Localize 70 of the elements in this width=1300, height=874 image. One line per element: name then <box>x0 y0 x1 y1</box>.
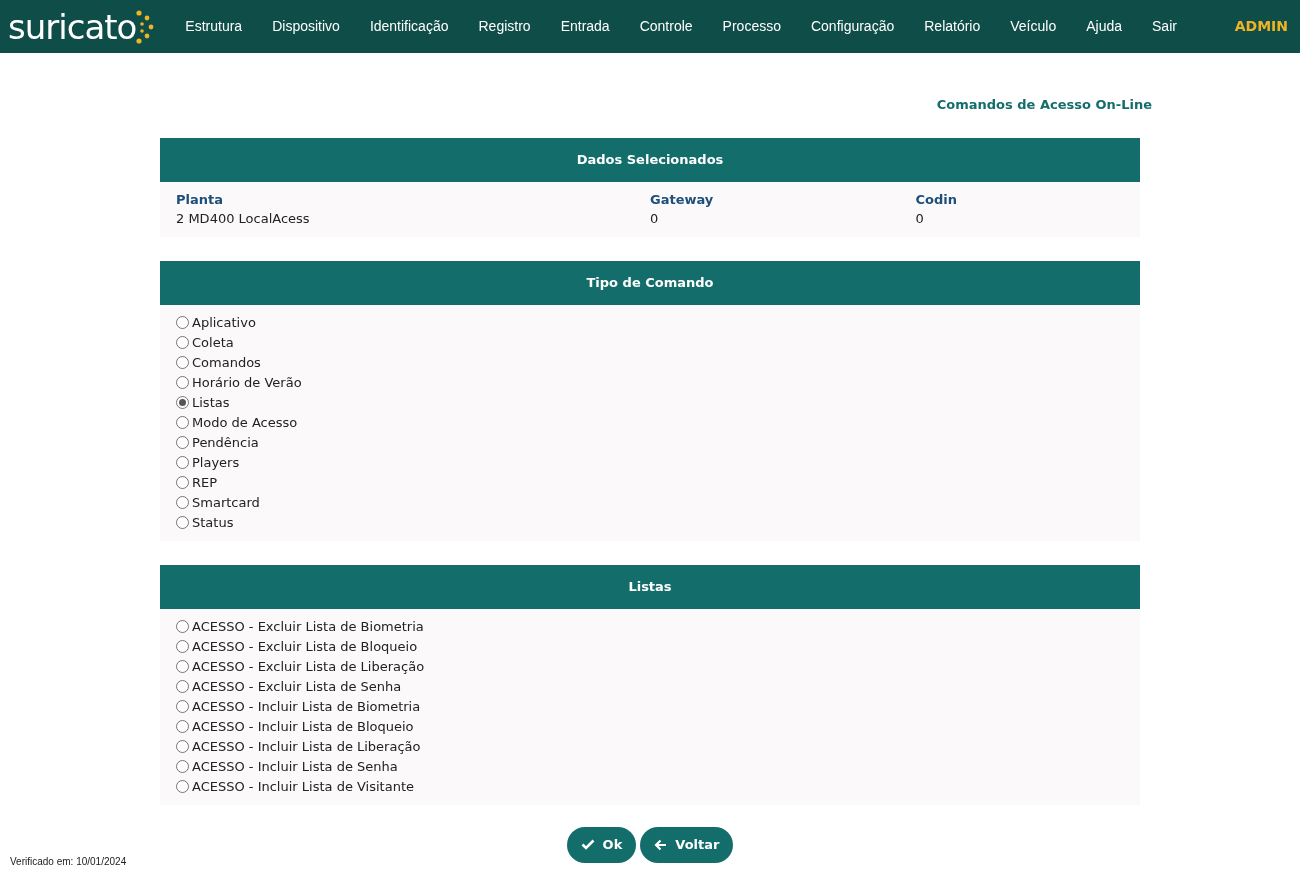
logo-dots-icon <box>136 9 155 44</box>
radio-button[interactable] <box>176 316 189 329</box>
radio-label: Pendência <box>192 433 259 452</box>
field-value: 0 <box>650 210 660 228</box>
radio-label: ACESSO - Excluir Lista de Biometria <box>192 617 424 636</box>
radio-button[interactable] <box>176 496 189 509</box>
radio-label: ACESSO - Incluir Lista de Bloqueio <box>192 717 414 736</box>
radio-button[interactable] <box>176 516 189 529</box>
radio-button[interactable] <box>176 640 189 653</box>
radio-label: Listas <box>192 393 230 412</box>
radio-label: Status <box>192 513 234 532</box>
radio-button[interactable] <box>176 416 189 429</box>
nav-link[interactable]: Processo <box>707 16 796 37</box>
nav-link[interactable]: Configuração <box>795 16 910 37</box>
nav-link[interactable]: Identificação <box>354 16 464 37</box>
radio-label: REP <box>192 473 218 492</box>
field-label: Codin <box>915 190 958 209</box>
page-title: Comandos de Acesso On-Line <box>936 96 1152 114</box>
radio-label: ACESSO - Incluir Lista de Senha <box>192 757 398 776</box>
field-value: 2 MD400 LocalAcess <box>176 210 311 228</box>
arrow-left-icon <box>654 838 668 851</box>
ok-button[interactable]: Ok <box>566 826 637 863</box>
radio-button[interactable] <box>176 376 189 389</box>
nav-link[interactable]: Ajuda <box>1071 16 1137 37</box>
radio-label: Modo de Acesso <box>192 413 298 432</box>
footer-text: Verificado em: 10/01/2024 <box>10 855 127 869</box>
radio-button[interactable] <box>176 680 189 693</box>
field-value: 0 <box>915 210 925 228</box>
radio-button[interactable] <box>176 700 189 713</box>
nav-link[interactable]: Dispositivo <box>257 16 355 37</box>
radio-button[interactable] <box>176 760 189 773</box>
nav-link[interactable]: Relatório <box>909 16 996 37</box>
radio-button[interactable] <box>176 356 189 369</box>
radio-button[interactable] <box>176 780 189 793</box>
radio-button[interactable] <box>176 620 189 633</box>
radio-label: Smartcard <box>192 493 260 512</box>
section-header: Tipo de Comando <box>160 260 1140 305</box>
logo-text: suricato <box>8 9 137 44</box>
radio-label: ACESSO - Excluir Lista de Senha <box>192 677 402 696</box>
radio-button[interactable] <box>176 660 189 673</box>
radio-button[interactable] <box>176 396 189 409</box>
radio-button[interactable] <box>176 456 189 469</box>
user-name: ADMIN <box>1234 17 1288 36</box>
field-label: Gateway <box>650 190 715 209</box>
nav-link[interactable]: Entrada <box>545 16 625 37</box>
back-button[interactable]: Voltar <box>640 826 734 863</box>
radio-label: Comandos <box>192 353 261 372</box>
radio-button[interactable] <box>176 720 189 733</box>
radio-button[interactable] <box>176 740 189 753</box>
radio-label: ACESSO - Incluir Lista de Liberação <box>192 737 421 756</box>
radio-label: ACESSO - Incluir Lista de Biometria <box>192 697 421 716</box>
radio-button[interactable] <box>176 476 189 489</box>
nav-link[interactable]: Veículo <box>995 16 1072 37</box>
radio-label: Horário de Verão <box>192 373 302 392</box>
section-header: Dados Selecionados <box>160 137 1140 182</box>
nav-link[interactable]: Estrutura <box>170 16 258 37</box>
radio-button[interactable] <box>176 336 189 349</box>
section-header: Listas <box>160 564 1140 609</box>
radio-label: Aplicativo <box>192 313 256 332</box>
radio-label: ACESSO - Excluir Lista de Bloqueio <box>192 637 418 656</box>
radio-label: Coleta <box>192 333 234 352</box>
check-icon <box>580 839 595 850</box>
nav-link[interactable]: Controle <box>624 16 708 37</box>
nav-link[interactable]: Sair <box>1137 16 1192 37</box>
radio-label: ACESSO - Incluir Lista de Visitante <box>192 777 414 796</box>
radio-label: ACESSO - Excluir Lista de Liberação <box>192 657 425 676</box>
radio-label: Players <box>192 453 240 472</box>
nav-link[interactable]: Registro <box>463 16 546 37</box>
radio-button[interactable] <box>176 436 189 449</box>
field-label: Planta <box>176 190 224 209</box>
